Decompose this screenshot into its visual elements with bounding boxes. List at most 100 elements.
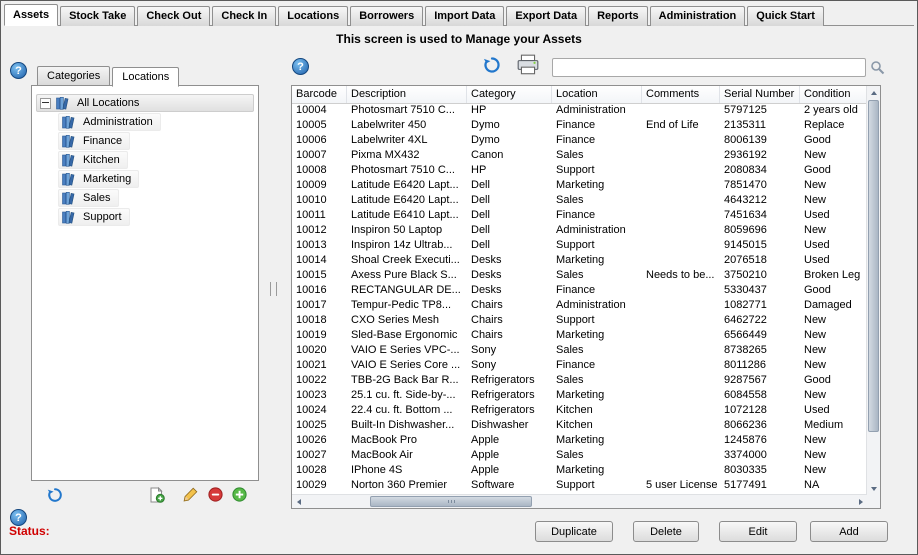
table-row[interactable]: 10027 MacBook Air Apple Sales 3374000 Ne… [292, 448, 867, 463]
tab-reports[interactable]: Reports [588, 6, 648, 26]
edit-button[interactable]: Edit [719, 521, 797, 542]
vertical-scroll-thumb[interactable] [868, 100, 879, 432]
cell-condition: Good [800, 133, 866, 148]
cell-location: Marketing [552, 433, 642, 448]
cell-location: Kitchen [552, 403, 642, 418]
cell-description: Latitude E6410 Lapt... [347, 208, 467, 223]
tab-check-in[interactable]: Check In [212, 6, 276, 26]
tab-export-data[interactable]: Export Data [506, 6, 586, 26]
add-icon[interactable] [232, 487, 247, 502]
table-row[interactable]: 10017 Tempur-Pedic TP8... Chairs Adminis… [292, 298, 867, 313]
table-row[interactable]: 10025 Built-In Dishwasher... Dishwasher … [292, 418, 867, 433]
tab-check-out[interactable]: Check Out [137, 6, 210, 26]
table-row[interactable]: 10019 Sled-Base Ergonomic Chairs Marketi… [292, 328, 867, 343]
tree-item-sales[interactable]: Sales [58, 189, 119, 207]
column-header-category[interactable]: Category [467, 86, 552, 103]
table-row[interactable]: 10007 Pixma MX432 Canon Sales 2936192 Ne… [292, 148, 867, 163]
table-row[interactable]: 10014 Shoal Creek Executi... Desks Marke… [292, 253, 867, 268]
table-row[interactable]: 10028 IPhone 4S Apple Marketing 8030335 … [292, 463, 867, 478]
cell-category: Refrigerators [467, 388, 552, 403]
table-row[interactable]: 10010 Latitude E6420 Lapt... Dell Sales … [292, 193, 867, 208]
collapse-icon[interactable] [40, 98, 51, 109]
cell-comments [642, 103, 720, 118]
cell-category: Apple [467, 433, 552, 448]
tree-item-marketing[interactable]: Marketing [58, 170, 139, 188]
table-row[interactable]: 10004 Photosmart 7510 C... HP Administra… [292, 103, 867, 118]
table-row[interactable]: 10009 Latitude E6420 Lapt... Dell Market… [292, 178, 867, 193]
table-row[interactable]: 10024 22.4 cu. ft. Bottom ... Refrigerat… [292, 403, 867, 418]
table-row[interactable]: 10021 VAIO E Series Core ... Sony Financ… [292, 358, 867, 373]
cell-description: Latitude E6420 Lapt... [347, 193, 467, 208]
cell-serial-number: 8738265 [720, 343, 800, 358]
table-row[interactable]: 10005 Labelwriter 450 Dymo Finance End o… [292, 118, 867, 133]
vertical-scrollbar[interactable] [866, 86, 880, 495]
tab-borrowers[interactable]: Borrowers [350, 6, 423, 26]
horizontal-scroll-thumb[interactable] [370, 496, 532, 507]
help-icon[interactable]: ? [10, 62, 27, 79]
cell-condition: Good [800, 283, 866, 298]
cell-comments [642, 388, 720, 403]
cell-condition: Replace [800, 118, 866, 133]
table-row[interactable]: 10015 Axess Pure Black S... Desks Sales … [292, 268, 867, 283]
cell-barcode: 10004 [292, 103, 347, 118]
table-row[interactable]: 10029 Norton 360 Premier Software Suppor… [292, 478, 867, 493]
tree-item-all-locations[interactable]: All Locations [36, 94, 254, 112]
tab-assets[interactable]: Assets [4, 4, 58, 26]
tab-stock-take[interactable]: Stock Take [60, 6, 135, 26]
cell-category: Refrigerators [467, 373, 552, 388]
new-record-icon[interactable] [149, 487, 165, 503]
tab-locations[interactable]: Locations [278, 6, 348, 26]
cell-condition: New [800, 343, 866, 358]
column-header-location[interactable]: Location [552, 86, 642, 103]
scroll-up-button[interactable] [867, 86, 880, 99]
search-icon[interactable] [870, 60, 885, 75]
column-header-barcode[interactable]: Barcode [292, 86, 347, 103]
table-row[interactable]: 10008 Photosmart 7510 C... HP Support 20… [292, 163, 867, 178]
cell-barcode: 10016 [292, 283, 347, 298]
tab-quick-start[interactable]: Quick Start [747, 6, 824, 26]
table-row[interactable]: 10026 MacBook Pro Apple Marketing 124587… [292, 433, 867, 448]
tree-item-administration[interactable]: Administration [58, 113, 161, 131]
column-header-serial-number[interactable]: Serial Number [720, 86, 800, 103]
tree-item-label: Sales [83, 192, 111, 204]
cell-comments [642, 133, 720, 148]
scroll-down-button[interactable] [867, 482, 880, 495]
table-row[interactable]: 10011 Latitude E6410 Lapt... Dell Financ… [292, 208, 867, 223]
printer-icon[interactable] [516, 54, 540, 76]
table-row[interactable]: 10013 Inspiron 14z Ultrab... Dell Suppor… [292, 238, 867, 253]
refresh-icon[interactable] [47, 487, 63, 503]
panel-splitter[interactable] [270, 282, 277, 296]
table-row[interactable]: 10012 Inspiron 50 Laptop Dell Administra… [292, 223, 867, 238]
tab-administration[interactable]: Administration [650, 6, 746, 26]
column-header-condition[interactable]: Condition [800, 86, 866, 103]
help-icon[interactable]: ? [292, 58, 309, 75]
cell-location: Sales [552, 193, 642, 208]
delete-button[interactable]: Delete [633, 521, 699, 542]
cell-category: Sony [467, 358, 552, 373]
tab-categories[interactable]: Categories [37, 66, 110, 86]
duplicate-button[interactable]: Duplicate [535, 521, 613, 542]
tree-item-finance[interactable]: Finance [58, 132, 130, 150]
refresh-icon[interactable] [483, 56, 501, 74]
search-input[interactable] [552, 58, 866, 77]
column-header-description[interactable]: Description [347, 86, 467, 103]
table-row[interactable]: 10023 25.1 cu. ft. Side-by-... Refrigera… [292, 388, 867, 403]
table-row[interactable]: 10016 RECTANGULAR DE... Desks Finance 53… [292, 283, 867, 298]
add-button[interactable]: Add [810, 521, 888, 542]
scroll-left-button[interactable] [292, 495, 305, 508]
table-row[interactable]: 10006 Labelwriter 4XL Dymo Finance 80061… [292, 133, 867, 148]
horizontal-scrollbar[interactable] [292, 494, 867, 508]
table-row[interactable]: 10022 TBB-2G Back Bar R... Refrigerators… [292, 373, 867, 388]
table-row[interactable]: 10020 VAIO E Series VPC-... Sony Sales 8… [292, 343, 867, 358]
tab-import-data[interactable]: Import Data [425, 6, 504, 26]
scroll-right-button[interactable] [854, 495, 867, 508]
tab-locations-panel[interactable]: Locations [112, 67, 179, 87]
tree-item-kitchen[interactable]: Kitchen [58, 151, 128, 169]
tree-item-support[interactable]: Support [58, 208, 130, 226]
edit-pencil-icon[interactable] [183, 487, 198, 502]
table-row[interactable]: 10018 CXO Series Mesh Chairs Support 646… [292, 313, 867, 328]
column-header-comments[interactable]: Comments [642, 86, 720, 103]
cell-description: Tempur-Pedic TP8... [347, 298, 467, 313]
cell-location: Marketing [552, 463, 642, 478]
remove-icon[interactable] [208, 487, 223, 502]
